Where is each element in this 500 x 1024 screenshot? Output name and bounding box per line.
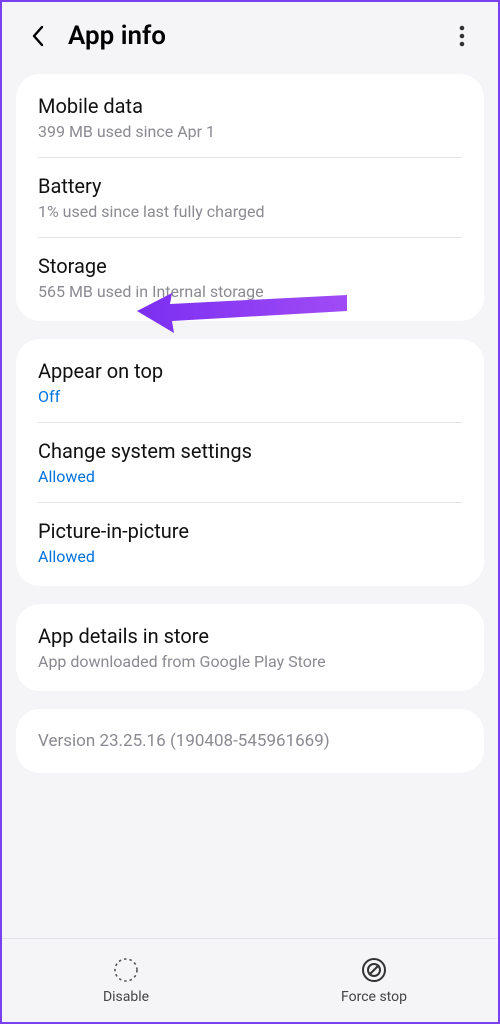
change-system-settings-row[interactable]: Change system settings Allowed — [16, 423, 484, 502]
permissions-card: Appear on top Off Change system settings… — [16, 339, 484, 586]
mobile-data-sub: 399 MB used since Apr 1 — [38, 122, 462, 141]
mobile-data-title: Mobile data — [38, 94, 462, 118]
store-details-card: App details in store App downloaded from… — [16, 604, 484, 691]
app-details-row[interactable]: App details in store App downloaded from… — [16, 608, 484, 687]
disable-button[interactable]: Disable — [2, 939, 250, 1022]
force-stop-icon — [361, 957, 387, 983]
mobile-data-row[interactable]: Mobile data 399 MB used since Apr 1 — [16, 78, 484, 157]
change-system-settings-title: Change system settings — [38, 439, 462, 463]
battery-sub: 1% used since last fully charged — [38, 202, 462, 221]
change-system-settings-value: Allowed — [38, 467, 462, 486]
chevron-left-icon — [30, 24, 46, 48]
disable-label: Disable — [103, 989, 149, 1005]
footer: Disable Force stop — [2, 938, 498, 1022]
spacer — [2, 791, 498, 881]
disable-icon — [113, 957, 139, 983]
appear-on-top-value: Off — [38, 387, 462, 406]
page-title: App info — [68, 21, 446, 51]
battery-row[interactable]: Battery 1% used since last fully charged — [16, 158, 484, 237]
back-button[interactable] — [22, 20, 54, 52]
force-stop-label: Force stop — [341, 989, 407, 1005]
more-vertical-icon — [459, 25, 465, 47]
version-card: Version 23.25.16 (190408-545961669) — [16, 709, 484, 773]
picture-in-picture-value: Allowed — [38, 547, 462, 566]
picture-in-picture-title: Picture-in-picture — [38, 519, 462, 543]
appear-on-top-row[interactable]: Appear on top Off — [16, 343, 484, 422]
storage-row[interactable]: Storage 565 MB used in Internal storage — [16, 238, 484, 317]
header: App info — [2, 2, 498, 74]
battery-title: Battery — [38, 174, 462, 198]
app-details-sub: App downloaded from Google Play Store — [38, 652, 462, 671]
force-stop-button[interactable]: Force stop — [250, 939, 498, 1022]
app-details-title: App details in store — [38, 624, 462, 648]
picture-in-picture-row[interactable]: Picture-in-picture Allowed — [16, 503, 484, 582]
usage-card: Mobile data 399 MB used since Apr 1 Batt… — [16, 74, 484, 321]
storage-title: Storage — [38, 254, 462, 278]
more-button[interactable] — [446, 20, 478, 52]
version-text: Version 23.25.16 (190408-545961669) — [38, 731, 462, 751]
appear-on-top-title: Appear on top — [38, 359, 462, 383]
storage-sub: 565 MB used in Internal storage — [38, 282, 462, 301]
